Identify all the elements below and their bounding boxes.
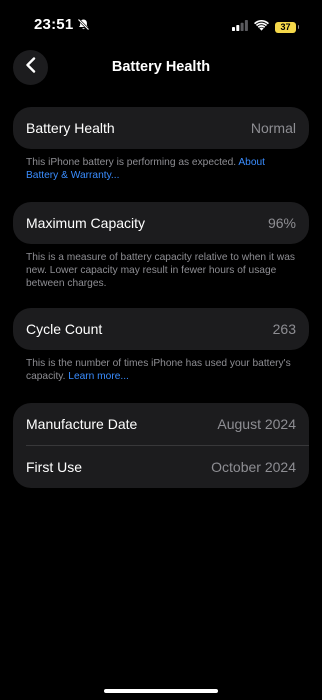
first-use-value: October 2024 [211, 459, 296, 475]
maximum-capacity-card: Maximum Capacity 96% [13, 202, 309, 244]
battery-health-note-text: This iPhone battery is performing as exp… [26, 157, 239, 168]
bell-slash-icon [77, 18, 90, 31]
manufacture-date-row: Manufacture Date August 2024 [13, 403, 309, 445]
dates-card: Manufacture Date August 2024 First Use O… [13, 403, 309, 488]
learn-more-link[interactable]: Learn more... [68, 371, 129, 382]
cycle-count-card: Cycle Count 263 [13, 308, 309, 350]
battery-health-row: Battery Health Normal [13, 107, 309, 149]
maximum-capacity-row: Maximum Capacity 96% [13, 202, 309, 244]
battery-icon: 37 [275, 21, 299, 33]
first-use-row: First Use October 2024 [13, 446, 309, 488]
cycle-count-footnote: This is the number of times iPhone has u… [26, 357, 298, 383]
manufacture-date-value: August 2024 [217, 416, 296, 432]
maximum-capacity-footnote: This is a measure of battery capacity re… [26, 251, 298, 290]
cycle-count-label: Cycle Count [26, 321, 103, 337]
battery-health-card: Battery Health Normal [13, 107, 309, 149]
battery-health-label: Battery Health [26, 120, 115, 136]
first-use-label: First Use [26, 459, 82, 475]
cycle-count-value: 263 [272, 321, 296, 337]
maximum-capacity-note-text: This is a measure of battery capacity re… [26, 252, 295, 289]
status-bar: 23:51 37 [0, 0, 322, 48]
status-time: 23:51 [34, 16, 74, 33]
battery-health-value: Normal [250, 120, 296, 136]
wifi-icon [254, 18, 269, 36]
manufacture-date-label: Manufacture Date [26, 416, 138, 432]
cycle-count-note-text: This is the number of times iPhone has u… [26, 358, 291, 382]
signal-icon [232, 18, 248, 36]
cycle-count-row: Cycle Count 263 [13, 308, 309, 350]
maximum-capacity-label: Maximum Capacity [26, 215, 146, 231]
page-title: Battery Health [111, 59, 211, 75]
status-icons: 37 [232, 18, 299, 36]
status-time-group: 23:51 [34, 16, 90, 33]
maximum-capacity-value: 96% [267, 215, 296, 231]
battery-health-footnote: This iPhone battery is performing as exp… [26, 156, 298, 182]
home-indicator[interactable] [104, 689, 218, 693]
